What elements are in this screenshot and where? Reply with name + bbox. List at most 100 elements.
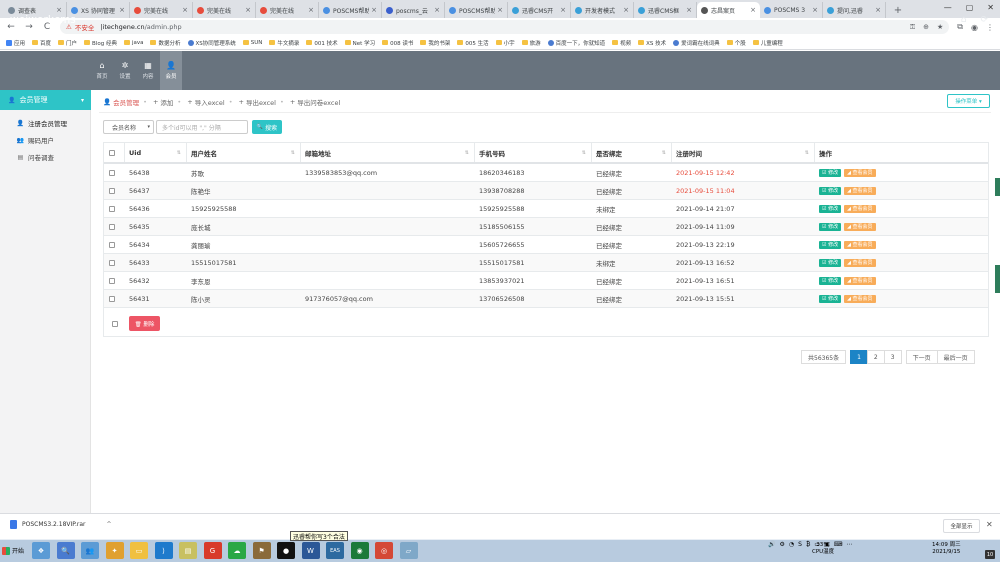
row-checkbox[interactable] xyxy=(109,205,115,212)
view-member-button[interactable]: ◢ 查看会员 xyxy=(844,204,876,213)
bookmark-item[interactable]: 儿童编程 xyxy=(752,39,783,47)
browser-tab[interactable]: poscms_云 × xyxy=(382,2,445,18)
sort-icon[interactable]: ⇅ xyxy=(177,150,181,156)
tab-close-icon[interactable]: × xyxy=(560,6,566,14)
edit-button[interactable]: ☑ 修改 xyxy=(819,276,842,285)
sort-icon[interactable]: ⇅ xyxy=(805,150,809,156)
tab-close-icon[interactable]: × xyxy=(686,6,692,14)
edit-button[interactable]: ☑ 修改 xyxy=(819,240,842,249)
row-checkbox[interactable] xyxy=(109,187,115,194)
browser-tab[interactable]: 完美在线 × xyxy=(193,2,256,18)
users-icon[interactable]: 👥 xyxy=(81,542,99,559)
edit-button[interactable]: ☑ 修改 xyxy=(819,258,842,267)
game-icon[interactable]: ⚑ xyxy=(252,542,271,559)
refresh-icon[interactable]: ⟳ xyxy=(980,15,988,25)
crumb-action[interactable]: + 添加 • xyxy=(153,97,181,107)
weather-widget[interactable]: 33°C CPU温度 xyxy=(812,542,834,556)
notification-badge[interactable]: 10 xyxy=(985,550,995,559)
edit-button[interactable]: ☑ 修改 xyxy=(819,186,842,195)
page-link[interactable]: 1 xyxy=(850,350,868,364)
row-checkbox[interactable] xyxy=(109,241,115,248)
chevron-up-icon[interactable]: ^ xyxy=(106,521,111,528)
bookmark-item[interactable]: 视频 xyxy=(612,39,631,47)
row-checkbox[interactable] xyxy=(109,277,115,284)
bookmark-star-icon[interactable]: ★ xyxy=(937,23,943,32)
topnav-settings[interactable]: ✲ 设置 xyxy=(114,51,136,90)
start-button[interactable]: 开始 xyxy=(2,542,28,559)
download-item[interactable]: POSCMS3.2.18VIP.rar ^ xyxy=(10,520,112,529)
tab-close-icon[interactable]: × xyxy=(119,6,125,14)
edit-button[interactable]: ☑ 修改 xyxy=(819,294,842,303)
sort-icon[interactable]: ⇅ xyxy=(662,150,666,156)
key-icon[interactable]: ⚿ xyxy=(910,23,915,32)
bookmark-item[interactable]: 005 生活 xyxy=(457,39,489,47)
view-member-button[interactable]: ◢ 查看会员 xyxy=(844,168,876,177)
tab-close-icon[interactable]: × xyxy=(497,6,503,14)
wechat-icon[interactable]: ☁ xyxy=(228,542,246,559)
bookmark-item[interactable]: Net 学习 xyxy=(344,39,375,47)
crumb-member-management[interactable]: 👤 会员管理 • xyxy=(103,97,147,107)
tab-close-icon[interactable]: × xyxy=(371,6,377,14)
search-magnifier-icon[interactable]: 🔍 xyxy=(56,542,75,559)
bookmark-item[interactable]: 个股 xyxy=(726,39,746,47)
column-header[interactable]: 邮箱地址 ⇅ xyxy=(305,143,474,162)
notepad-icon[interactable]: ▤ xyxy=(179,542,197,559)
view-member-button[interactable]: ◢ 查看会员 xyxy=(844,276,876,285)
bookmark-item[interactable]: 百度 xyxy=(32,39,51,47)
browser-tab[interactable]: 迅睿CMS开 × xyxy=(508,2,571,18)
bookmark-item[interactable]: 001 技术 xyxy=(306,39,338,47)
tab-close-icon[interactable]: × xyxy=(308,6,314,14)
show-all-downloads-button[interactable]: 全部显示 xyxy=(943,519,980,533)
sort-icon[interactable]: ⇅ xyxy=(465,150,469,156)
column-header[interactable]: 是否绑定 ⇅ xyxy=(596,143,671,162)
browser-tab[interactable]: POSCMS 3 × xyxy=(760,2,823,18)
sort-icon[interactable]: ⇅ xyxy=(291,150,295,156)
select-all-header-checkbox[interactable] xyxy=(109,149,115,156)
bookmark-item[interactable]: 门户 xyxy=(58,39,77,47)
topnav-home[interactable]: ⌂ 首页 xyxy=(91,51,113,90)
tab-close-icon[interactable]: × xyxy=(245,6,251,14)
page-link[interactable]: 下一页 xyxy=(905,350,938,364)
column-header[interactable]: Uid ⇅ xyxy=(129,143,186,162)
bookmark-item[interactable]: XS 技术 xyxy=(638,39,666,47)
word-icon[interactable]: W xyxy=(301,542,320,559)
browser-tab[interactable]: 提问,迅睿 × xyxy=(823,2,886,18)
window-icon[interactable]: ▱ xyxy=(399,542,418,559)
new-tab-icon[interactable]: + xyxy=(890,2,906,18)
minimize-icon[interactable]: — xyxy=(944,3,952,12)
bookmark-item[interactable]: 我的书架 xyxy=(420,39,450,47)
tab-close-icon[interactable]: × xyxy=(875,6,881,14)
row-checkbox[interactable] xyxy=(109,169,115,176)
browser-tab[interactable]: 完美在线 × xyxy=(256,2,319,18)
side-scroll-marker[interactable] xyxy=(995,265,1000,293)
search-input[interactable]: 多个id可以用 "," 分隔 xyxy=(156,120,248,134)
sidebar-item-code-users[interactable]: 👥 赐码用户 xyxy=(0,133,91,147)
chrome-icon[interactable]: ◎ xyxy=(375,542,393,559)
sidebar-item-survey[interactable]: ▤ 问卷调查 xyxy=(0,150,91,164)
column-header[interactable]: 手机号码 ⇅ xyxy=(479,143,591,162)
page-link[interactable]: 2 xyxy=(866,350,885,364)
view-member-button[interactable]: ◢ 查看会员 xyxy=(844,186,876,195)
bookmark-item[interactable]: 爱词霸在线词典 xyxy=(673,39,720,47)
eas-icon[interactable]: EAS xyxy=(326,542,344,559)
view-member-button[interactable]: ◢ 查看会员 xyxy=(844,240,876,249)
side-scroll-marker[interactable] xyxy=(995,178,1000,196)
maximize-icon[interactable]: ▢ xyxy=(966,3,974,12)
column-header[interactable]: 注册时间 ⇅ xyxy=(676,143,814,162)
app-brand[interactable]: weiworkcms xyxy=(10,14,76,26)
tray-icon[interactable]: ⋯ xyxy=(846,541,852,548)
tab-close-icon[interactable]: × xyxy=(56,6,62,14)
tab-close-icon[interactable]: × xyxy=(812,6,818,14)
select-all-checkbox[interactable] xyxy=(112,321,118,327)
media-icon[interactable]: ● xyxy=(277,542,295,559)
sidebar-item-registered-members[interactable]: 👤 注册会员管理 xyxy=(0,116,91,130)
not-secure-label[interactable]: 不安全 xyxy=(75,22,95,32)
row-checkbox[interactable] xyxy=(109,295,115,302)
sidebar-section-member-management[interactable]: 👤 会员管理 ▾ xyxy=(0,90,91,110)
bookmark-item[interactable]: 旅游 xyxy=(521,39,541,47)
crumb-action[interactable]: + 导入excel • xyxy=(187,97,232,107)
view-member-button[interactable]: ◢ 查看会员 xyxy=(844,294,876,303)
edit-button[interactable]: ☑ 修改 xyxy=(819,204,842,213)
bookmark-item[interactable]: 数据分析 xyxy=(150,39,181,47)
bookmark-item[interactable]: 百度一下，你就知道 xyxy=(547,39,605,47)
